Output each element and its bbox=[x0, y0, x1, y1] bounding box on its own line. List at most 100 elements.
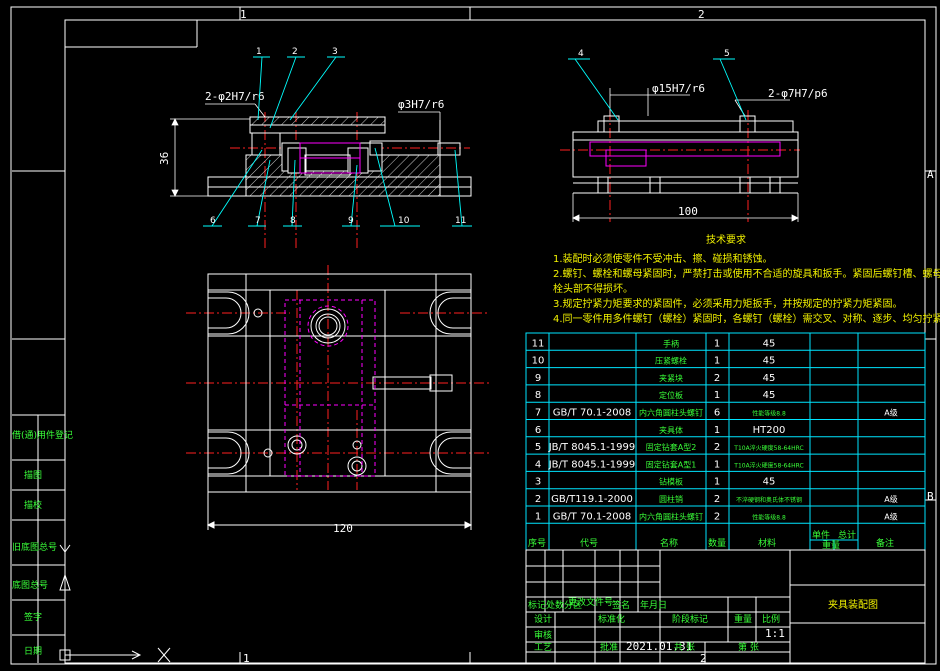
front-callout-6: 6 bbox=[210, 216, 216, 226]
bom-cell-code: GB/T 70.1-2008 bbox=[553, 408, 632, 419]
front-callout-1: 1 bbox=[256, 47, 262, 57]
bom-cell-material: 45 bbox=[763, 338, 776, 349]
bom-cell-no: 10 bbox=[532, 356, 545, 367]
bom-cell-name: 钻模板 bbox=[659, 477, 683, 487]
bom-cell-qty: 1 bbox=[714, 390, 720, 401]
bom-cell-no: 8 bbox=[535, 390, 541, 401]
bom-cell-name: 内六角圆柱头螺钉 bbox=[639, 408, 703, 418]
bom-cell-qty: 1 bbox=[714, 356, 720, 367]
bom-header-unit: 单件 bbox=[812, 529, 830, 541]
bom-cell-qty: 2 bbox=[714, 511, 720, 522]
bom-cell-material: T10A淬火硬度58-64HRC bbox=[733, 444, 803, 452]
bom-cell-qty: 1 bbox=[714, 477, 720, 488]
bom-cell-material: T10A淬火硬度58-64HRC bbox=[733, 461, 803, 469]
bom-cell-no: 3 bbox=[535, 477, 541, 488]
bom-rows: 11 手柄 1 4510 压紧螺栓 1 459 夹紧块 2 458 定位板 1 457 GB/T 70.1… bbox=[526, 338, 925, 524]
bom-header: 序号 代号 名称 数量 材料 单件 总计 重量 备注 bbox=[528, 529, 894, 551]
bom-cell-material: 45 bbox=[763, 390, 776, 401]
tb-sheets-label: 共 张 bbox=[674, 642, 695, 653]
bom-cell-qty: 2 bbox=[714, 442, 720, 453]
side-width-dim: 100 bbox=[678, 205, 698, 218]
bom-cell-no: 9 bbox=[535, 373, 541, 384]
bom-cell-no: 6 bbox=[535, 425, 541, 436]
left-revision-strip: 借(通)用件登记 描图 描校 旧底图总号 底图总号 签字 日期 bbox=[12, 414, 171, 663]
tech-requirements-title: 技术要求 bbox=[706, 233, 746, 246]
strip-label-base-no: 底图总号 bbox=[12, 579, 48, 591]
bom-header-material: 材料 bbox=[758, 537, 776, 549]
bom-header-code: 代号 bbox=[580, 538, 598, 549]
tb-process-label: 工艺 bbox=[534, 642, 552, 653]
strip-label-signature: 签字 bbox=[24, 611, 42, 623]
bom-cell-note: A级 bbox=[884, 511, 897, 521]
bom-cell-name: 夹紧块 bbox=[659, 373, 683, 383]
side-callout-5: 5 bbox=[724, 49, 730, 59]
front-view: 36 2-φ2H7/r6 φ3H7/r6 1 2 3 6 7 8 9 10 11 bbox=[158, 47, 472, 250]
bom-cell-no: 4 bbox=[535, 459, 541, 470]
bom-cell-material: 性能等级8.8 bbox=[752, 513, 786, 521]
tech-req-line-3: 栓头部不得损坏。 bbox=[553, 282, 633, 295]
top-width-dim: 120 bbox=[333, 522, 353, 535]
side-callout-4: 4 bbox=[578, 49, 584, 59]
tb-std-label: 标准化 bbox=[598, 613, 625, 625]
front-fit-right: φ3H7/r6 bbox=[398, 98, 444, 111]
bom-cell-material: 性能等级8.8 bbox=[752, 410, 786, 418]
tech-req-line-1: 1.装配时必须使零件不受冲击、擦、碰损和锈蚀。 bbox=[553, 252, 773, 265]
tb-change-doc-label: 更改文件号 bbox=[568, 596, 613, 608]
front-callout-3: 3 bbox=[332, 47, 338, 57]
bom-cell-qty: 1 bbox=[714, 459, 720, 470]
tb-approve-label: 批准 bbox=[600, 641, 618, 653]
bom-cell-name: 手柄 bbox=[663, 338, 679, 348]
sheet-frame bbox=[10, 6, 937, 665]
bom-cell-name: 压紧螺栓 bbox=[655, 356, 687, 366]
bom-cell-qty: 1 bbox=[714, 425, 720, 436]
strip-label-borrowed: 借(通)用件登记 bbox=[12, 429, 73, 441]
bom-cell-name: 圆柱销 bbox=[659, 494, 683, 504]
bom-cell-material: 45 bbox=[763, 373, 776, 384]
tb-designer-label: 设计 bbox=[534, 613, 552, 625]
tb-scale-label: 比例 bbox=[762, 613, 780, 625]
bom-cell-qty: 2 bbox=[714, 494, 720, 505]
bom-cell-material: 45 bbox=[763, 356, 776, 367]
bom-cell-no: 7 bbox=[535, 408, 541, 419]
zone-number-bottom-1: 1 bbox=[243, 652, 250, 665]
tech-requirements: 技术要求 1.装配时必须使零件不受冲击、擦、碰损和锈蚀。 2.螺钉、螺栓和螺母紧… bbox=[553, 233, 940, 325]
bom-header-no: 序号 bbox=[528, 537, 546, 549]
strip-label-old-base-no: 旧底图总号 bbox=[12, 541, 57, 553]
side-fit-left: φ15H7/r6 bbox=[652, 82, 705, 95]
front-fit-left: 2-φ2H7/r6 bbox=[205, 90, 265, 103]
front-callout-10: 10 bbox=[398, 216, 410, 226]
bom-cell-material: HT200 bbox=[753, 425, 786, 436]
bom-cell-qty: 1 bbox=[714, 338, 720, 349]
cad-drawing-canvas: 1 2 1 2 A B 借(通)用件登记 描图 描校 旧底图总号 底图总号 签字… bbox=[10, 6, 940, 665]
front-callout-7: 7 bbox=[255, 216, 261, 226]
tb-sheet-label: 第 张 bbox=[738, 641, 759, 653]
tech-req-line-2: 2.螺钉、螺栓和螺母紧固时，严禁打击或使用不合适的旋具和扳手。紧固后螺钉槽、螺母… bbox=[553, 267, 940, 280]
bom-cell-no: 1 bbox=[535, 511, 541, 522]
bom-cell-note: A级 bbox=[884, 408, 897, 418]
zone-number-top-2: 2 bbox=[698, 8, 705, 21]
bom-table: 11 手柄 1 4510 压紧螺栓 1 459 夹紧块 2 458 定位板 1 457 GB/T 70.1… bbox=[525, 332, 926, 551]
bom-cell-qty: 6 bbox=[714, 408, 720, 419]
front-height-dim: 36 bbox=[158, 152, 171, 165]
front-callout-9: 9 bbox=[348, 216, 354, 226]
bom-cell-name: 固定钻套A型2 bbox=[646, 442, 697, 452]
bom-cell-name: 夹具体 bbox=[659, 425, 683, 435]
title-block: 夹具装配图 标记 处数 分区 更改文件号 签名 年月日 设计 标准化 阶段标记 … bbox=[525, 549, 926, 664]
bom-cell-no: 5 bbox=[535, 442, 541, 453]
bom-cell-no: 11 bbox=[532, 338, 545, 349]
side-view: 100 φ15H7/r6 2-φ7H7/p6 4 5 bbox=[560, 49, 828, 222]
tb-zones-label: 处数 bbox=[546, 599, 564, 611]
front-callout-8: 8 bbox=[290, 216, 296, 226]
zone-number-top-1: 1 bbox=[240, 8, 247, 21]
zone-letter-a: A bbox=[927, 168, 934, 181]
strip-label-date: 日期 bbox=[24, 646, 42, 657]
bom-cell-no: 2 bbox=[535, 494, 541, 505]
bom-header-total: 总计 bbox=[838, 529, 856, 541]
bom-cell-qty: 2 bbox=[714, 373, 720, 384]
front-callout-11: 11 bbox=[455, 216, 466, 226]
top-view: 120 bbox=[186, 265, 490, 535]
front-callout-2: 2 bbox=[292, 47, 298, 57]
bom-header-qty: 数量 bbox=[708, 537, 726, 549]
tech-req-line-5: 4.同一零件用多件螺钉（螺栓）紧固时，各螺钉（螺栓）需交叉、对称、逐步、均匀拧紧… bbox=[553, 312, 940, 325]
tb-sign-label: 签名 bbox=[612, 599, 630, 611]
